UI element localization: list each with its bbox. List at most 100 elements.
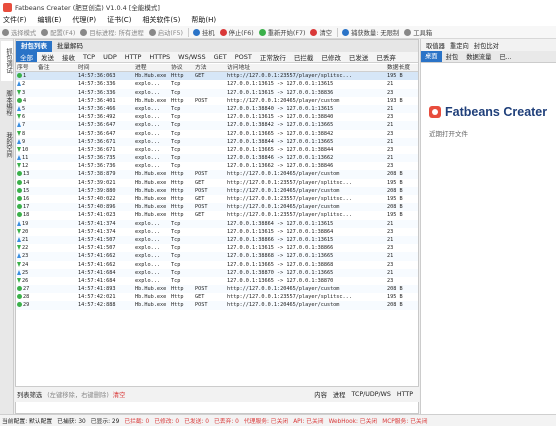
cell-len: 23 [386, 162, 418, 170]
table-row[interactable]: 21 14:57:41:507 explo... Tcp 127.0.0.1:38866… [16, 235, 418, 245]
filter-shortcut[interactable]: 进程 [333, 390, 346, 399]
table-row[interactable]: 4 14:57:36:401 Hb.Hub.exe Http POST http://12… [16, 97, 418, 105]
table-row[interactable]: 22 14:57:41:507 explo... Tcp 127.0.0.1:13615… [16, 244, 418, 252]
column-header[interactable]: 方法 [194, 64, 226, 71]
table-row[interactable]: 6 14:57:36:492 explo... Tcp 127.0.0.1:13615 … [16, 113, 418, 121]
right-tab[interactable]: 封包 [442, 52, 463, 61]
table-row[interactable]: 25 14:57:41:684 explo... Tcp 127.0.0.1:38870… [16, 268, 418, 277]
side-tab-my-space[interactable]: 我的空间 [1, 125, 13, 165]
right-tab[interactable]: 已... [495, 52, 515, 61]
cell-text: 21 [387, 236, 394, 243]
menu-item[interactable]: 帮助(H) [191, 15, 216, 25]
table-row[interactable]: 23 14:57:41:662 explo... Tcp 127.0.0.1:38868… [16, 252, 418, 261]
cell-note [37, 203, 77, 211]
filter-tab[interactable]: 发送 [37, 52, 58, 62]
table-row[interactable]: 15 14:57:39:880 Hb.Hub.exe Http POST http://1… [16, 186, 418, 195]
table-row[interactable]: 9 14:57:36:671 explo... Tcp 127.0.0.1:38844 … [16, 137, 418, 146]
table-row[interactable]: 16 14:57:40:022 Hb.Hub.exe Http GET http://12… [16, 195, 418, 203]
column-header[interactable]: 协议 [170, 64, 194, 71]
filter-tab[interactable]: 全部 [16, 52, 37, 62]
cell-proto: Tcp [170, 162, 194, 170]
table-row[interactable]: 13 14:57:38:879 Hb.Hub.exe Http POST http://1… [16, 170, 418, 179]
filter-tab[interactable]: TCP [79, 53, 99, 61]
filter-tab[interactable]: GET [210, 53, 231, 61]
table-row[interactable]: 19 14:57:41:374 explo... Tcp 127.0.0.1:38864… [16, 219, 418, 228]
cell-text: 21 [387, 122, 394, 129]
filter-tab[interactable]: UDP [99, 53, 121, 61]
toolbar-button[interactable]: 挂机 [192, 28, 215, 37]
toolbar-button[interactable]: 启动(F5) [148, 28, 183, 37]
toolbar-button[interactable]: 工具箱 [404, 28, 432, 37]
cell-len: 23 [386, 89, 418, 97]
cell-text: 25 [22, 269, 29, 276]
right-tool[interactable]: 取值器 [426, 41, 445, 50]
table-row[interactable]: 26 14:57:41:684 explo... Tcp 127.0.0.1:13665… [16, 277, 418, 285]
filter-tab[interactable]: 已丢弃 [372, 52, 400, 62]
filter-tab[interactable]: HTTPS [145, 53, 174, 61]
side-tab-capture[interactable]: 抓包调试 [1, 41, 13, 81]
right-tool[interactable]: 封包比对 [474, 41, 499, 50]
right-tool[interactable]: 重定向 [450, 41, 469, 50]
toolbar-button[interactable]: 目标进程: 所有进程 [80, 28, 144, 37]
filter-shortcut[interactable]: TCP/UDP/WS [351, 391, 390, 398]
menu-item[interactable]: 证书(C) [107, 15, 131, 25]
filter-tab[interactable]: 已拦截 [290, 52, 318, 62]
table-row[interactable]: 5 14:57:36:466 explo... Tcp 127.0.0.1:38840 … [16, 104, 418, 114]
table-row[interactable]: 24 14:57:41:662 explo... Tcp 127.0.0.1:13665… [16, 261, 418, 269]
toolbar-button[interactable]: 停止(F6) [219, 28, 254, 37]
menu-item[interactable]: 编辑(E) [38, 15, 62, 25]
toolbar-button[interactable]: 清空 [310, 28, 332, 37]
table-row[interactable]: 28 14:57:42:021 Hb.Hub.exe Http GET http://12… [16, 293, 418, 301]
side-tab-script[interactable]: 脚本编程 [1, 83, 13, 123]
filter-shortcut[interactable]: HTTP [397, 391, 413, 398]
filter-tab[interactable]: 正常放行 [256, 52, 290, 62]
filter-tab[interactable]: POST [231, 53, 256, 61]
toolbar-button[interactable]: 配置(F4) [41, 28, 75, 37]
cell-time: 14:57:36:466 [77, 105, 134, 113]
clear-filter-link[interactable]: 清空 [113, 390, 126, 399]
table-row[interactable]: 8 14:57:36:647 explo... Tcp 127.0.0.1:13665 … [16, 130, 418, 138]
filter-shortcut[interactable]: 内容 [314, 390, 327, 399]
table-row[interactable]: 1 14:57:36:063 Hb.Hub.exe Http GET http://127… [16, 72, 418, 81]
cell-time: 14:57:41:374 [77, 220, 134, 228]
filter-tab[interactable]: 已发送 [345, 52, 373, 62]
table-row[interactable]: 18 14:57:41:023 Hb.Hub.exe Http GET http://12… [16, 211, 418, 219]
table-row[interactable]: 2 14:57:36:336 explo... Tcp 127.0.0.1:13615 … [16, 80, 418, 88]
filter-tab[interactable]: HTTP [121, 53, 146, 61]
table-row[interactable]: 14 14:57:39:021 Hb.Hub.exe Http GET http://12… [16, 179, 418, 187]
column-header[interactable]: 进程 [134, 64, 170, 71]
column-header[interactable]: 数据长度 [386, 64, 418, 71]
table-row[interactable]: 29 14:57:42:888 Hb.Hub.exe Http POST http://1… [16, 301, 418, 310]
filter-tab[interactable]: 接收 [58, 52, 79, 62]
right-tab[interactable]: 数据流量 [462, 52, 495, 61]
table-row[interactable]: 3 14:57:36:336 explo... Tcp 127.0.0.1:13615 … [16, 88, 418, 97]
column-header[interactable]: 备注 [37, 64, 77, 71]
toolbar-button[interactable]: 选择模式 [2, 28, 36, 37]
http-dot-icon [17, 302, 22, 308]
toolbar-button[interactable]: 重新开始(F7) [258, 28, 305, 37]
main-tab[interactable]: 批量解码 [52, 41, 88, 52]
menu-item[interactable]: 代理(P) [72, 15, 96, 25]
menu-item[interactable]: 相关软件(S) [142, 15, 180, 25]
filter-tab[interactable]: WS/WSS [174, 53, 209, 61]
table-row[interactable]: 20 14:57:41:374 explo... Tcp 127.0.0.1:13615… [16, 228, 418, 236]
table-row[interactable]: 10 14:57:36:671 explo... Tcp 127.0.0.1:13665… [16, 146, 418, 154]
table-row[interactable]: 27 14:57:41:893 Hb.Hub.exe Http POST http://1… [16, 285, 418, 294]
send-arrow-icon [17, 105, 21, 111]
cell-text: 29 [23, 302, 30, 309]
table-row[interactable]: 17 14:57:40:896 Hb.Hub.exe Http POST http://1… [16, 203, 418, 212]
cell-proto: Tcp [170, 220, 194, 228]
filter-tab[interactable]: 已修改 [317, 52, 345, 62]
column-header[interactable]: 访问地址 [226, 64, 386, 71]
table-row[interactable]: 12 14:57:36:736 explo... Tcp 127.0.0.1:13662… [16, 162, 418, 170]
packet-table: 序号 备注 时间 进程 协议 方法 访问地址 数据长度 1 14:57:36:063 Hb.Hub… [16, 64, 418, 368]
main-tab[interactable]: 封包列表 [16, 41, 52, 52]
column-header[interactable]: 时间 [77, 64, 134, 71]
cell-note [37, 211, 77, 219]
table-row[interactable]: 11 14:57:36:735 explo... Tcp 127.0.0.1:38846… [16, 154, 418, 163]
table-row[interactable]: 7 14:57:36:647 explo... Tcp 127.0.0.1:38842 … [16, 121, 418, 130]
menu-item[interactable]: 文件(F) [3, 15, 27, 25]
column-header[interactable]: 序号 [16, 64, 37, 71]
right-tab[interactable]: 桌面 [421, 51, 442, 62]
toolbar-button[interactable]: 捕获数量: 无限制 [342, 28, 399, 37]
